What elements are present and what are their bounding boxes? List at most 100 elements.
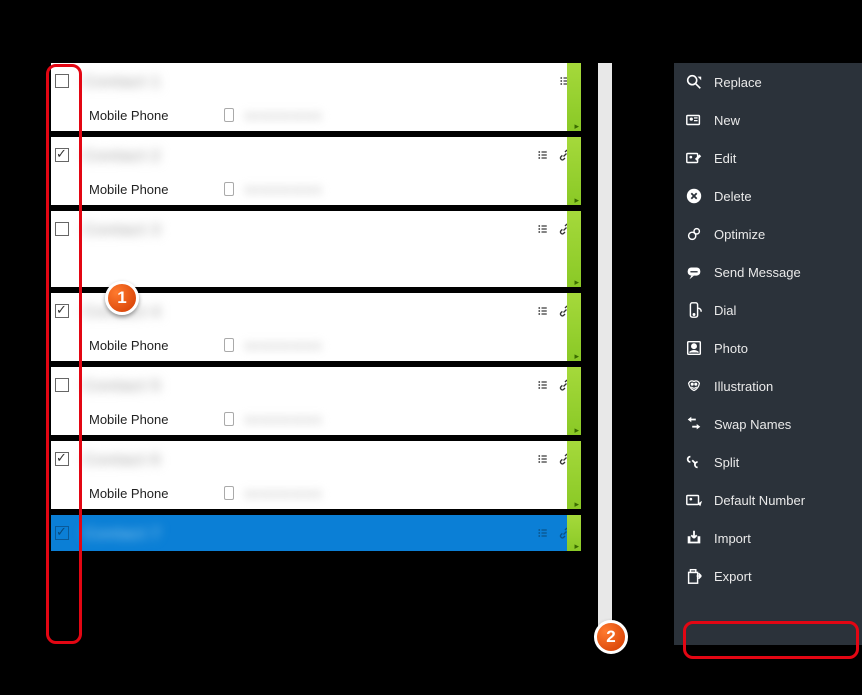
contact-card[interactable]: Contact 5 Mobile Phone0000000000 xyxy=(51,367,581,435)
contact-card[interactable]: Contact 2 Mobile Phone 0000000000 xyxy=(51,137,581,205)
sidebar-item-label: Replace xyxy=(714,75,762,90)
optimize-icon xyxy=(684,224,704,244)
sidebar-item-label: Export xyxy=(714,569,752,584)
phone-type-label: Mobile Phone xyxy=(89,182,224,197)
contact-name: Contact 3 xyxy=(83,220,531,238)
swap-names-icon xyxy=(684,414,704,434)
export-icon xyxy=(684,566,704,586)
expand-handle[interactable] xyxy=(567,211,581,287)
sidebar-item-label: Swap Names xyxy=(714,417,791,432)
phone-number: 0000000000 xyxy=(244,108,571,122)
list-icon[interactable] xyxy=(537,527,549,539)
default-number-icon xyxy=(684,490,704,510)
contact-checkbox[interactable] xyxy=(55,526,69,540)
mobile-phone-icon xyxy=(224,486,234,500)
contact-name: Contact 1 xyxy=(83,72,553,90)
sidebar-item-replace[interactable]: Replace xyxy=(674,63,862,101)
action-sidebar: Replace New Edit Delete Optimize Send Message… xyxy=(674,63,862,645)
sidebar-item-delete[interactable]: Delete xyxy=(674,177,862,215)
sidebar-item-edit[interactable]: Edit xyxy=(674,139,862,177)
message-icon xyxy=(684,262,704,282)
sidebar-item-label: Optimize xyxy=(714,227,765,242)
contact-checkbox[interactable] xyxy=(55,378,69,392)
id-card-edit-icon xyxy=(684,148,704,168)
dial-icon xyxy=(684,300,704,320)
contact-name: Contact 5 xyxy=(83,376,531,394)
sidebar-item-label: Import xyxy=(714,531,751,546)
contact-card[interactable]: Contact 1 Mobile Phone 0000000000 xyxy=(51,63,581,131)
sidebar-item-send-message[interactable]: Send Message xyxy=(674,253,862,291)
contact-phone-row: Mobile Phone 0000000000 xyxy=(51,329,581,361)
photo-icon xyxy=(684,338,704,358)
callout-badge-1: 1 xyxy=(105,281,139,315)
contact-header-row: Contact 7 xyxy=(51,515,581,551)
expand-handle[interactable] xyxy=(567,441,581,509)
contact-name: Contact 4 xyxy=(83,302,531,320)
illustration-icon xyxy=(684,376,704,396)
phone-number: 0000000000 xyxy=(244,338,571,352)
sidebar-item-illustration[interactable]: Illustration xyxy=(674,367,862,405)
contact-list: Contact 1Mobile Phone0000000000Contact 2… xyxy=(51,63,581,643)
sidebar-item-label: Edit xyxy=(714,151,736,166)
mobile-phone-icon xyxy=(224,338,234,352)
contact-phone-row: Mobile Phone0000000000 xyxy=(51,477,581,509)
id-card-new-icon xyxy=(684,110,704,130)
contact-header-row: Contact 2 xyxy=(51,137,581,173)
sidebar-item-export[interactable]: Export xyxy=(674,557,862,595)
expand-handle[interactable] xyxy=(567,137,581,205)
contact-card[interactable]: Contact 3 xyxy=(51,211,581,287)
sidebar-item-optimize[interactable]: Optimize xyxy=(674,215,862,253)
list-icon[interactable] xyxy=(537,149,549,161)
contact-checkbox[interactable] xyxy=(55,222,69,236)
contact-header-row: Contact 1 xyxy=(51,63,581,99)
contact-phone-row: Mobile Phone0000000000 xyxy=(51,403,581,435)
sidebar-item-label: Photo xyxy=(714,341,748,356)
contact-name: Contact 6 xyxy=(83,450,531,468)
scrollbar[interactable] xyxy=(598,63,612,645)
delete-icon xyxy=(684,186,704,206)
phone-number: 0000000000 xyxy=(244,486,571,500)
contact-name: Contact 2 xyxy=(83,146,531,164)
sidebar-item-label: New xyxy=(714,113,740,128)
sidebar-item-label: Illustration xyxy=(714,379,773,394)
expand-handle[interactable] xyxy=(567,515,581,551)
sidebar-item-dial[interactable]: Dial xyxy=(674,291,862,329)
list-icon[interactable] xyxy=(537,453,549,465)
contact-name: Contact 7 xyxy=(83,524,531,542)
contact-header-row: Contact 6 xyxy=(51,441,581,477)
contact-header-row: Contact 5 xyxy=(51,367,581,403)
sidebar-item-default-number[interactable]: Default Number xyxy=(674,481,862,519)
contact-checkbox[interactable] xyxy=(55,452,69,466)
sidebar-item-label: Default Number xyxy=(714,493,805,508)
sidebar-item-import[interactable]: Import xyxy=(674,519,862,557)
contact-checkbox[interactable] xyxy=(55,304,69,318)
phone-type-label: Mobile Phone xyxy=(89,412,224,427)
mobile-phone-icon xyxy=(224,182,234,196)
expand-handle[interactable] xyxy=(567,367,581,435)
phone-type-label: Mobile Phone xyxy=(89,338,224,353)
sidebar-item-label: Send Message xyxy=(714,265,801,280)
contact-card[interactable]: Contact 6 Mobile Phone0000000000 xyxy=(51,441,581,509)
contact-card[interactable]: Contact 7 xyxy=(51,515,581,551)
sidebar-item-new[interactable]: New xyxy=(674,101,862,139)
sidebar-item-swap-names[interactable]: Swap Names xyxy=(674,405,862,443)
phone-number: 0000000000 xyxy=(244,182,571,196)
list-icon[interactable] xyxy=(537,379,549,391)
search-swap-icon xyxy=(684,72,704,92)
list-icon[interactable] xyxy=(537,223,549,235)
phone-type-label: Mobile Phone xyxy=(89,108,224,123)
contact-phone-row: Mobile Phone 0000000000 xyxy=(51,99,581,131)
sidebar-item-label: Split xyxy=(714,455,739,470)
mobile-phone-icon xyxy=(224,412,234,426)
callout-badge-2: 2 xyxy=(594,620,628,654)
list-icon[interactable] xyxy=(537,305,549,317)
sidebar-item-photo[interactable]: Photo xyxy=(674,329,862,367)
sidebar-item-label: Dial xyxy=(714,303,736,318)
contact-phone-row: Mobile Phone 0000000000 xyxy=(51,173,581,205)
expand-handle[interactable] xyxy=(567,293,581,361)
contact-checkbox[interactable] xyxy=(55,148,69,162)
contact-checkbox[interactable] xyxy=(55,74,69,88)
expand-handle[interactable] xyxy=(567,63,581,131)
sidebar-item-label: Delete xyxy=(714,189,752,204)
sidebar-item-split[interactable]: Split xyxy=(674,443,862,481)
